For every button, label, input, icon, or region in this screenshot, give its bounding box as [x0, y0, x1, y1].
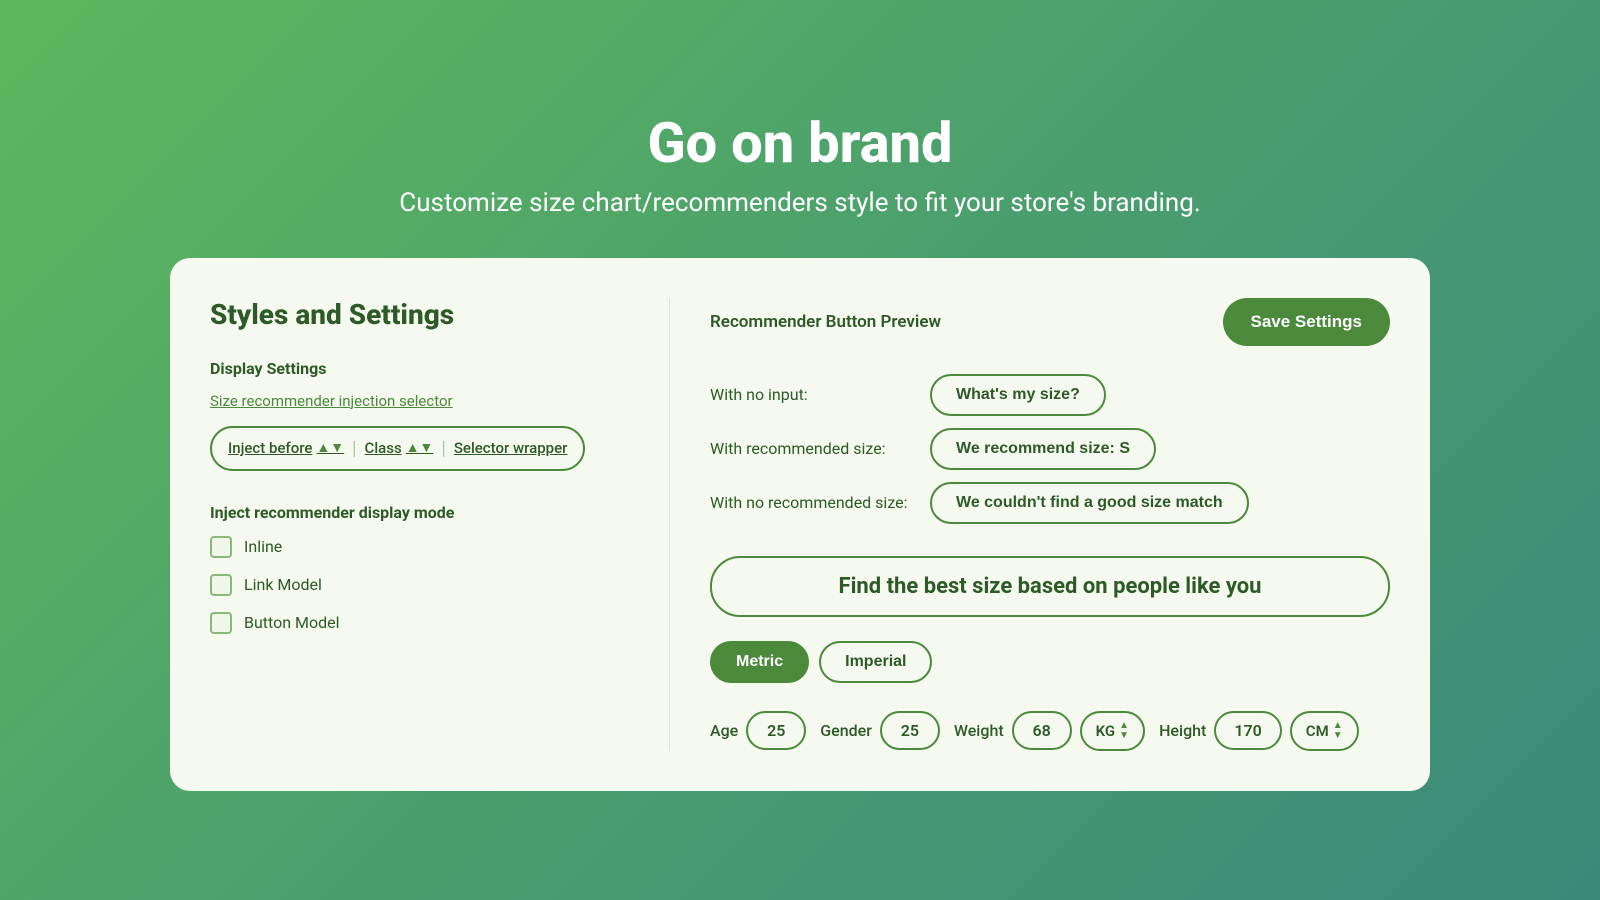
- checkbox-inline-label: Inline: [244, 537, 282, 556]
- right-header: Recommender Button Preview Save Settings: [710, 298, 1390, 346]
- age-group: Age 25: [710, 711, 806, 750]
- unit-toggle: Metric Imperial: [710, 641, 1390, 683]
- weight-value[interactable]: 68: [1012, 711, 1072, 750]
- selector-divider-2: |: [441, 438, 445, 459]
- selector-row: Inject before ▲▼ | Class ▲▼ | Selector w…: [210, 426, 585, 471]
- height-value[interactable]: 170: [1214, 711, 1281, 750]
- weight-label: Weight: [954, 721, 1004, 740]
- checkbox-inline-box[interactable]: [210, 536, 232, 558]
- left-panel: Styles and Settings Display Settings Siz…: [210, 298, 670, 751]
- recommender-banner[interactable]: Find the best size based on people like …: [710, 556, 1390, 617]
- checkbox-button-model: Button Model: [210, 612, 629, 634]
- checkbox-link-model: Link Model: [210, 574, 629, 596]
- preview-row-no-input-label: With no input:: [710, 385, 910, 404]
- display-settings-label: Display Settings: [210, 359, 629, 378]
- inject-before-spinner[interactable]: ▲▼: [316, 441, 344, 455]
- gender-group: Gender 25: [820, 711, 940, 750]
- weight-unit-spinner[interactable]: ▲▼: [1119, 721, 1129, 741]
- class-item[interactable]: Class ▲▼: [365, 439, 434, 457]
- panel-title: Styles and Settings: [210, 298, 629, 331]
- class-label: Class: [365, 439, 402, 457]
- preview-row-no-input: With no input: What's my size?: [710, 374, 1390, 416]
- preview-btn-no-input[interactable]: What's my size?: [930, 374, 1106, 416]
- checkbox-link-model-box[interactable]: [210, 574, 232, 596]
- height-label: Height: [1159, 721, 1206, 740]
- weight-unit-box[interactable]: KG ▲▼: [1080, 711, 1145, 751]
- age-label: Age: [710, 721, 738, 740]
- inject-before-item[interactable]: Inject before ▲▼: [228, 439, 344, 457]
- selector-wrapper-item[interactable]: Selector wrapper: [454, 439, 568, 457]
- checkbox-inline: Inline: [210, 536, 629, 558]
- checkbox-button-model-box[interactable]: [210, 612, 232, 634]
- class-spinner[interactable]: ▲▼: [406, 441, 434, 455]
- right-panel: Recommender Button Preview Save Settings…: [710, 298, 1390, 751]
- preview-row-no-recommended-label: With no recommended size:: [710, 493, 910, 512]
- age-value[interactable]: 25: [746, 711, 806, 750]
- preview-row-recommended-label: With recommended size:: [710, 439, 910, 458]
- display-mode-label: Inject recommender display mode: [210, 503, 629, 522]
- save-settings-button[interactable]: Save Settings: [1223, 298, 1391, 346]
- main-card: Styles and Settings Display Settings Siz…: [170, 258, 1430, 791]
- height-unit-label: CM: [1306, 722, 1329, 740]
- weight-group: Weight 68 KG ▲▼: [954, 711, 1145, 751]
- height-unit-spinner[interactable]: ▲▼: [1333, 721, 1343, 741]
- checkbox-button-model-label: Button Model: [244, 613, 340, 632]
- gender-label: Gender: [820, 721, 872, 740]
- checkbox-link-model-label: Link Model: [244, 575, 322, 594]
- selector-wrapper-label: Selector wrapper: [454, 439, 568, 457]
- page-subtitle: Customize size chart/recommenders style …: [399, 188, 1200, 218]
- display-mode-section: Inline Link Model Button Model: [210, 536, 629, 634]
- page-title: Go on brand: [399, 110, 1200, 176]
- selector-divider-1: |: [352, 438, 356, 459]
- metric-button[interactable]: Metric: [710, 641, 809, 683]
- inject-before-label: Inject before: [228, 439, 312, 457]
- preview-label: Recommender Button Preview: [710, 312, 941, 332]
- page-header: Go on brand Customize size chart/recomme…: [399, 110, 1200, 218]
- gender-value[interactable]: 25: [880, 711, 940, 750]
- weight-unit-label: KG: [1096, 722, 1116, 740]
- imperial-button[interactable]: Imperial: [819, 641, 932, 683]
- measurement-row: Age 25 Gender 25 Weight 68 KG ▲▼ Height …: [710, 711, 1390, 751]
- preview-btn-recommended[interactable]: We recommend size: S: [930, 428, 1156, 470]
- height-unit-box[interactable]: CM ▲▼: [1290, 711, 1359, 751]
- injection-selector-link[interactable]: Size recommender injection selector: [210, 392, 629, 410]
- height-group: Height 170 CM ▲▼: [1159, 711, 1359, 751]
- preview-rows: With no input: What's my size? With reco…: [710, 374, 1390, 524]
- preview-row-recommended: With recommended size: We recommend size…: [710, 428, 1390, 470]
- preview-btn-no-recommended[interactable]: We couldn't find a good size match: [930, 482, 1249, 524]
- preview-row-no-recommended: With no recommended size: We couldn't fi…: [710, 482, 1390, 524]
